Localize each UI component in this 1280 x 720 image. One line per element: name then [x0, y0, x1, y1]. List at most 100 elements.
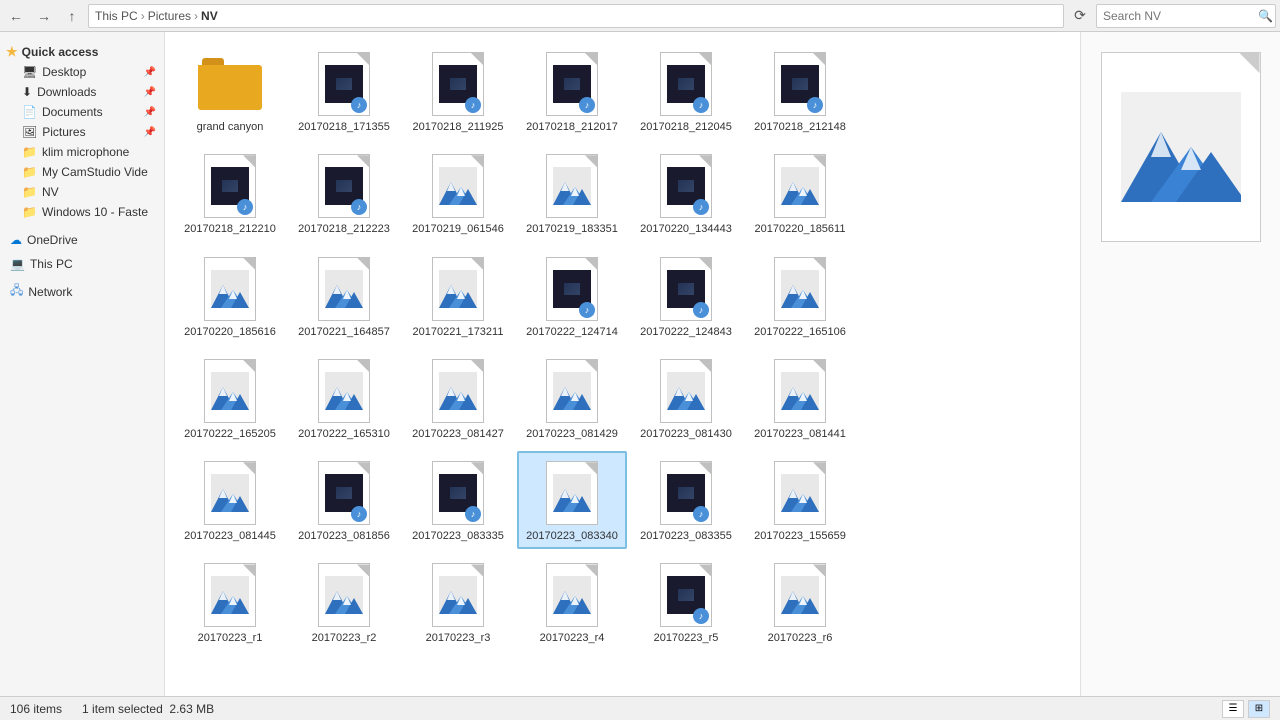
file-item[interactable]: 20170223_081427 — [403, 349, 513, 447]
sidebar-item-onedrive[interactable]: ☁ OneDrive — [0, 230, 164, 250]
file-item[interactable]: 20170223_r4 — [517, 553, 627, 651]
sidebar-label-downloads: Downloads — [37, 85, 96, 99]
sidebar: ★ Quick access 🖥 Desktop 📌 ⬇ Downloads 📌… — [0, 32, 165, 696]
sidebar-item-camstudio[interactable]: 📁 My CamStudio Vide — [0, 162, 164, 182]
video-file-icon: ♪ — [774, 52, 826, 116]
file-grid-container[interactable]: grand canyon ♪ 20170218_171355 ♪ 2017021… — [165, 32, 1080, 696]
image-file-icon — [432, 154, 484, 218]
image-file-icon — [204, 257, 256, 321]
selection-info: 1 item selected 2.63 MB — [82, 702, 214, 716]
file-label: 20170223_083355 — [640, 529, 732, 543]
mountain-svg — [439, 270, 477, 308]
pin-icon: 📌 — [144, 67, 156, 78]
music-badge: ♪ — [693, 97, 709, 113]
sidebar-item-documents[interactable]: 📄 Documents 📌 — [0, 102, 164, 122]
sidebar-item-klim[interactable]: 📁 klim microphone — [0, 142, 164, 162]
file-item[interactable]: ♪ 20170223_081856 — [289, 451, 399, 549]
refresh-button[interactable]: ⟳ — [1068, 4, 1092, 28]
file-item[interactable]: ♪ 20170218_212148 — [745, 42, 855, 140]
sidebar-item-pictures[interactable]: 🖼 Pictures 📌 — [0, 122, 164, 142]
pin-icon-4: 📌 — [144, 127, 156, 138]
quick-access-header[interactable]: ★ Quick access — [0, 40, 164, 62]
file-item[interactable]: 20170223_081445 — [175, 451, 285, 549]
list-view-button[interactable]: ☰ — [1222, 700, 1244, 718]
music-badge: ♪ — [465, 97, 481, 113]
sidebar-item-desktop[interactable]: 🖥 Desktop 📌 — [0, 62, 164, 82]
video-file-icon: ♪ — [318, 52, 370, 116]
video-file-icon: ♪ — [546, 257, 598, 321]
file-item[interactable]: 20170223_r3 — [403, 553, 513, 651]
file-icon-container — [194, 457, 266, 529]
file-item[interactable]: ♪ 20170222_124714 — [517, 247, 627, 345]
file-item[interactable]: ♪ 20170222_124843 — [631, 247, 741, 345]
file-item[interactable]: 20170223_155659 — [745, 451, 855, 549]
file-item[interactable]: 20170223_081429 — [517, 349, 627, 447]
file-label: 20170222_165205 — [184, 427, 276, 441]
file-item[interactable]: ♪ 20170218_212045 — [631, 42, 741, 140]
file-item[interactable]: ♪ 20170218_171355 — [289, 42, 399, 140]
file-icon-container — [650, 355, 722, 427]
image-file-icon — [774, 461, 826, 525]
file-item[interactable]: grand canyon — [175, 42, 285, 140]
breadcrumb-nv[interactable]: NV — [201, 9, 218, 23]
sidebar-item-network[interactable]: 🖧 Network — [0, 278, 164, 305]
sidebar-item-this-pc[interactable]: 💻 This PC — [0, 254, 164, 274]
up-button[interactable]: ↑ — [60, 4, 84, 28]
main-area: ★ Quick access 🖥 Desktop 📌 ⬇ Downloads 📌… — [0, 32, 1280, 696]
file-icon-container — [422, 355, 494, 427]
file-item[interactable]: 20170220_185616 — [175, 247, 285, 345]
file-item[interactable]: 20170223_r6 — [745, 553, 855, 651]
file-item[interactable]: ♪ 20170218_212210 — [175, 144, 285, 242]
sidebar-item-windows10[interactable]: 📁 Windows 10 - Faste — [0, 202, 164, 222]
file-item[interactable]: ♪ 20170218_211925 — [403, 42, 513, 140]
breadcrumb-pictures[interactable]: Pictures — [148, 9, 191, 23]
file-item[interactable]: 20170222_165310 — [289, 349, 399, 447]
file-item[interactable]: ♪ 20170223_083355 — [631, 451, 741, 549]
file-item[interactable]: 20170223_r1 — [175, 553, 285, 651]
mountain-svg — [211, 270, 249, 308]
file-item[interactable]: 20170221_164857 — [289, 247, 399, 345]
file-item[interactable]: 20170220_185611 — [745, 144, 855, 242]
video-file-icon: ♪ — [660, 154, 712, 218]
search-input[interactable] — [1103, 9, 1258, 23]
file-item[interactable]: 20170222_165205 — [175, 349, 285, 447]
file-item[interactable]: ♪ 20170223_r5 — [631, 553, 741, 651]
image-file-icon — [546, 563, 598, 627]
back-button[interactable]: ← — [4, 4, 28, 28]
file-label: 20170222_165310 — [298, 427, 390, 441]
file-item[interactable]: 20170223_083340 — [517, 451, 627, 549]
image-file-icon — [204, 461, 256, 525]
file-item[interactable]: ♪ 20170218_212017 — [517, 42, 627, 140]
this-pc-icon: 💻 — [10, 257, 25, 271]
file-label: 20170221_164857 — [298, 325, 390, 339]
file-item[interactable]: 20170221_173211 — [403, 247, 513, 345]
music-badge: ♪ — [351, 199, 367, 215]
mountain-svg — [553, 576, 591, 614]
music-badge: ♪ — [693, 302, 709, 318]
file-icon-container — [422, 559, 494, 631]
breadcrumb[interactable]: This PC › Pictures › NV — [88, 4, 1064, 28]
breadcrumb-this-pc[interactable]: This PC — [95, 9, 138, 23]
nav-bar: ← → ↑ This PC › Pictures › NV ⟳ 🔍 — [0, 0, 1280, 32]
file-icon-container — [308, 253, 380, 325]
file-item[interactable]: 20170223_081441 — [745, 349, 855, 447]
search-box: 🔍 — [1096, 4, 1276, 28]
forward-button[interactable]: → — [32, 4, 56, 28]
grid-view-button[interactable]: ⊞ — [1248, 700, 1270, 718]
star-icon: ★ — [6, 44, 18, 60]
file-item[interactable]: 20170219_061546 — [403, 144, 513, 242]
file-item[interactable]: 20170222_165106 — [745, 247, 855, 345]
file-item[interactable]: ♪ 20170223_083335 — [403, 451, 513, 549]
file-area: grand canyon ♪ 20170218_171355 ♪ 2017021… — [165, 32, 1080, 696]
file-item[interactable]: 20170223_r2 — [289, 553, 399, 651]
sidebar-item-downloads[interactable]: ⬇ Downloads 📌 — [0, 82, 164, 102]
video-file-icon: ♪ — [660, 52, 712, 116]
file-item[interactable]: ♪ 20170218_212223 — [289, 144, 399, 242]
file-item[interactable]: 20170223_081430 — [631, 349, 741, 447]
file-item[interactable]: ♪ 20170220_134443 — [631, 144, 741, 242]
file-icon-container: ♪ — [422, 48, 494, 120]
file-item[interactable]: 20170219_183351 — [517, 144, 627, 242]
file-label: 20170223_r1 — [198, 631, 263, 645]
sidebar-item-nv[interactable]: 📁 NV — [0, 182, 164, 202]
music-badge: ♪ — [237, 199, 253, 215]
